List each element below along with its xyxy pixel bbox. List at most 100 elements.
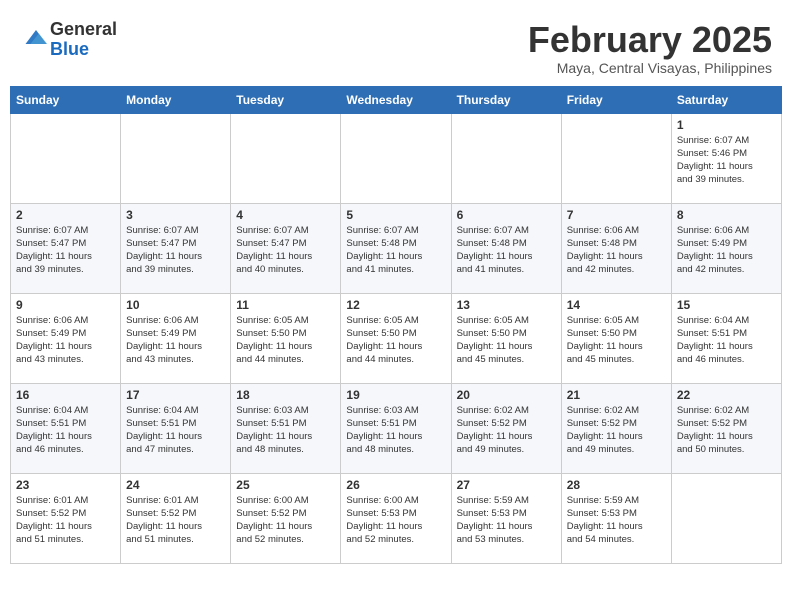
location: Maya, Central Visayas, Philippines <box>528 60 772 76</box>
calendar-cell: 24 Sunrise: 6:01 AM Sunset: 5:52 PM Dayli… <box>121 473 231 563</box>
day-number: 6 <box>457 208 556 222</box>
logo-icon <box>22 23 50 51</box>
day-info: Sunrise: 6:02 AM Sunset: 5:52 PM Dayligh… <box>567 404 666 457</box>
calendar-cell: 11 Sunrise: 6:05 AM Sunset: 5:50 PM Dayli… <box>231 293 341 383</box>
page-header: General Blue February 2025 Maya, Central… <box>10 10 782 81</box>
day-info: Sunrise: 6:07 AM Sunset: 5:47 PM Dayligh… <box>16 224 115 277</box>
day-number: 9 <box>16 298 115 312</box>
day-number: 15 <box>677 298 776 312</box>
day-info: Sunrise: 6:05 AM Sunset: 5:50 PM Dayligh… <box>567 314 666 367</box>
day-info: Sunrise: 6:04 AM Sunset: 5:51 PM Dayligh… <box>677 314 776 367</box>
day-info: Sunrise: 6:07 AM Sunset: 5:47 PM Dayligh… <box>126 224 225 277</box>
day-number: 8 <box>677 208 776 222</box>
calendar-week-row: 9 Sunrise: 6:06 AM Sunset: 5:49 PM Daylig… <box>11 293 782 383</box>
logo: General Blue <box>20 20 117 60</box>
day-number: 1 <box>677 118 776 132</box>
calendar-cell <box>11 113 121 203</box>
calendar-cell <box>671 473 781 563</box>
calendar-week-row: 23 Sunrise: 6:01 AM Sunset: 5:52 PM Dayli… <box>11 473 782 563</box>
weekday-header: Wednesday <box>341 86 451 113</box>
day-number: 28 <box>567 478 666 492</box>
day-number: 21 <box>567 388 666 402</box>
day-number: 27 <box>457 478 556 492</box>
calendar-cell: 9 Sunrise: 6:06 AM Sunset: 5:49 PM Daylig… <box>11 293 121 383</box>
day-number: 16 <box>16 388 115 402</box>
calendar-cell: 8 Sunrise: 6:06 AM Sunset: 5:49 PM Daylig… <box>671 203 781 293</box>
calendar-cell: 16Sunrise: 6:04 AM Sunset: 5:51 PM Dayli… <box>11 383 121 473</box>
day-number: 23 <box>16 478 115 492</box>
calendar-cell: 12 Sunrise: 6:05 AM Sunset: 5:50 PM Dayli… <box>341 293 451 383</box>
day-number: 26 <box>346 478 445 492</box>
day-info: Sunrise: 6:06 AM Sunset: 5:49 PM Dayligh… <box>16 314 115 367</box>
calendar-cell: 4 Sunrise: 6:07 AM Sunset: 5:47 PM Daylig… <box>231 203 341 293</box>
calendar-table: SundayMondayTuesdayWednesdayThursdayFrid… <box>10 86 782 564</box>
calendar-week-row: 2 Sunrise: 6:07 AM Sunset: 5:47 PM Daylig… <box>11 203 782 293</box>
day-number: 4 <box>236 208 335 222</box>
calendar-cell: 13 Sunrise: 6:05 AM Sunset: 5:50 PM Dayli… <box>451 293 561 383</box>
calendar-cell: 3 Sunrise: 6:07 AM Sunset: 5:47 PM Daylig… <box>121 203 231 293</box>
day-number: 2 <box>16 208 115 222</box>
calendar-cell: 19 Sunrise: 6:03 AM Sunset: 5:51 PM Dayli… <box>341 383 451 473</box>
day-number: 24 <box>126 478 225 492</box>
calendar-week-row: 1 Sunrise: 6:07 AM Sunset: 5:46 PM Daylig… <box>11 113 782 203</box>
day-info: Sunrise: 6:03 AM Sunset: 5:51 PM Dayligh… <box>346 404 445 457</box>
calendar-cell <box>121 113 231 203</box>
month-title: February 2025 <box>528 20 772 60</box>
day-info: Sunrise: 6:01 AM Sunset: 5:52 PM Dayligh… <box>126 494 225 547</box>
day-info: Sunrise: 6:04 AM Sunset: 5:51 PM Dayligh… <box>126 404 225 457</box>
weekday-header: Saturday <box>671 86 781 113</box>
logo-general: General <box>50 19 117 39</box>
day-info: Sunrise: 6:05 AM Sunset: 5:50 PM Dayligh… <box>457 314 556 367</box>
day-info: Sunrise: 6:02 AM Sunset: 5:52 PM Dayligh… <box>457 404 556 457</box>
day-info: Sunrise: 6:06 AM Sunset: 5:49 PM Dayligh… <box>126 314 225 367</box>
day-number: 20 <box>457 388 556 402</box>
calendar-cell: 27 Sunrise: 5:59 AM Sunset: 5:53 PM Dayli… <box>451 473 561 563</box>
day-number: 12 <box>346 298 445 312</box>
day-info: Sunrise: 6:01 AM Sunset: 5:52 PM Dayligh… <box>16 494 115 547</box>
day-info: Sunrise: 6:07 AM Sunset: 5:47 PM Dayligh… <box>236 224 335 277</box>
calendar-cell: 2 Sunrise: 6:07 AM Sunset: 5:47 PM Daylig… <box>11 203 121 293</box>
calendar-cell: 26 Sunrise: 6:00 AM Sunset: 5:53 PM Dayli… <box>341 473 451 563</box>
day-number: 13 <box>457 298 556 312</box>
weekday-header: Sunday <box>11 86 121 113</box>
day-number: 14 <box>567 298 666 312</box>
day-number: 10 <box>126 298 225 312</box>
day-number: 3 <box>126 208 225 222</box>
day-number: 11 <box>236 298 335 312</box>
calendar-header-row: SundayMondayTuesdayWednesdayThursdayFrid… <box>11 86 782 113</box>
day-info: Sunrise: 6:06 AM Sunset: 5:48 PM Dayligh… <box>567 224 666 277</box>
day-number: 5 <box>346 208 445 222</box>
day-info: Sunrise: 5:59 AM Sunset: 5:53 PM Dayligh… <box>457 494 556 547</box>
calendar-cell: 14 Sunrise: 6:05 AM Sunset: 5:50 PM Dayli… <box>561 293 671 383</box>
day-info: Sunrise: 6:05 AM Sunset: 5:50 PM Dayligh… <box>346 314 445 367</box>
calendar-cell: 5Sunrise: 6:07 AM Sunset: 5:48 PM Daylig… <box>341 203 451 293</box>
logo-blue: Blue <box>50 39 89 59</box>
day-info: Sunrise: 6:02 AM Sunset: 5:52 PM Dayligh… <box>677 404 776 457</box>
weekday-header: Thursday <box>451 86 561 113</box>
day-number: 19 <box>346 388 445 402</box>
calendar-week-row: 16 Sunrise: 6:04 AM Sunset: 5:51 PM Dayli… <box>11 383 782 473</box>
calendar-cell: 18Sunrise: 6:03 AM Sunset: 5:51 PM Dayli… <box>231 383 341 473</box>
day-info: Sunrise: 6:00 AM Sunset: 5:53 PM Dayligh… <box>346 494 445 547</box>
day-info: Sunrise: 6:07 AM Sunset: 5:46 PM Dayligh… <box>677 134 776 187</box>
weekday-header: Monday <box>121 86 231 113</box>
weekday-header: Friday <box>561 86 671 113</box>
day-info: Sunrise: 6:00 AM Sunset: 5:52 PM Dayligh… <box>236 494 335 547</box>
day-number: 7 <box>567 208 666 222</box>
calendar-cell: 17Sunrise: 6:04 AM Sunset: 5:51 PM Dayli… <box>121 383 231 473</box>
day-info: Sunrise: 6:03 AM Sunset: 5:51 PM Dayligh… <box>236 404 335 457</box>
calendar-cell: 6 Sunrise: 6:07 AM Sunset: 5:48 PM Daylig… <box>451 203 561 293</box>
calendar-cell <box>341 113 451 203</box>
calendar-cell: 22Sunrise: 6:02 AM Sunset: 5:52 PM Dayli… <box>671 383 781 473</box>
day-info: Sunrise: 6:05 AM Sunset: 5:50 PM Dayligh… <box>236 314 335 367</box>
calendar-cell: 25 Sunrise: 6:00 AM Sunset: 5:52 PM Dayli… <box>231 473 341 563</box>
calendar-cell: 7 Sunrise: 6:06 AM Sunset: 5:48 PM Daylig… <box>561 203 671 293</box>
calendar-cell: 28 Sunrise: 5:59 AM Sunset: 5:53 PM Dayli… <box>561 473 671 563</box>
calendar-cell: 21 Sunrise: 6:02 AM Sunset: 5:52 PM Dayli… <box>561 383 671 473</box>
calendar-cell <box>561 113 671 203</box>
calendar-cell: 1 Sunrise: 6:07 AM Sunset: 5:46 PM Daylig… <box>671 113 781 203</box>
day-info: Sunrise: 6:07 AM Sunset: 5:48 PM Dayligh… <box>457 224 556 277</box>
day-info: Sunrise: 5:59 AM Sunset: 5:53 PM Dayligh… <box>567 494 666 547</box>
day-number: 25 <box>236 478 335 492</box>
day-info: Sunrise: 6:06 AM Sunset: 5:49 PM Dayligh… <box>677 224 776 277</box>
